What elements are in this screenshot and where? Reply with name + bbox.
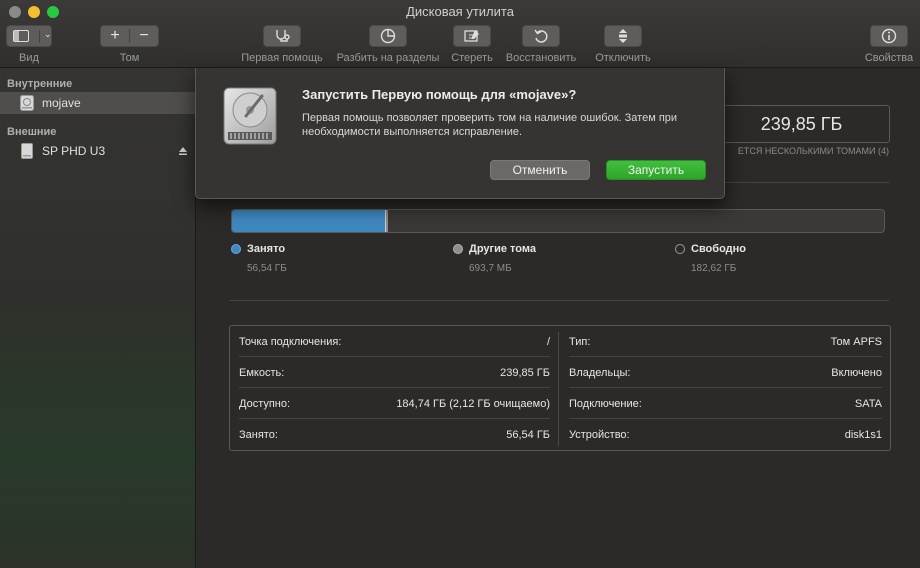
unmount-button[interactable] <box>604 25 642 47</box>
info-value: / <box>546 335 550 348</box>
info-key: Емкость: <box>239 366 285 379</box>
hard-drive-icon <box>222 86 278 151</box>
usage-bar <box>231 209 885 233</box>
add-volume-button[interactable]: + <box>101 26 129 46</box>
divider <box>229 300 889 301</box>
info-row-available: Доступно: 184,74 ГБ (2,12 ГБ очищаемо) <box>230 388 558 419</box>
sidebar-item-sp-phd-u3[interactable]: SP PHD U3 <box>0 140 196 162</box>
erase-icon <box>464 29 480 43</box>
info-row-type: Тип: Том APFS <box>560 326 890 357</box>
sidebar-item-label: mojave <box>42 96 81 110</box>
sidebar-item-label: SP PHD U3 <box>42 144 106 158</box>
volume-info-table: Точка подключения: / Емкость: 239,85 ГБ До… <box>229 325 891 451</box>
sidebar-icon <box>13 30 29 42</box>
info-row-device: Устройство: disk1s1 <box>560 419 890 450</box>
remove-volume-button[interactable]: − <box>130 26 158 46</box>
eject-icon[interactable] <box>178 145 188 159</box>
info-value: 184,74 ГБ (2,12 ГБ очищаемо) <box>396 397 550 410</box>
legend-used: Занято 56,54 ГБ <box>231 243 287 274</box>
first-aid-button[interactable] <box>263 25 301 47</box>
info-column-right: Тип: Том APFS Владельцы: Включено Подключе… <box>560 326 890 450</box>
sidebar-header-external: Внешние <box>7 126 57 138</box>
run-button[interactable]: Запустить <box>606 160 706 180</box>
volume-label: Том <box>119 52 140 64</box>
legend-other-value: 693,7 МБ <box>469 263 512 274</box>
info-row-capacity: Емкость: 239,85 ГБ <box>230 357 558 388</box>
stethoscope-icon <box>274 29 290 43</box>
cancel-button[interactable]: Отменить <box>490 160 590 180</box>
partition-button[interactable] <box>369 25 407 47</box>
unmount-label: Отключить <box>595 52 651 64</box>
info-key: Доступно: <box>239 397 291 410</box>
chevron-down-icon: ⌄ <box>44 29 52 39</box>
info-row-mount-point: Точка подключения: / <box>230 326 558 357</box>
plus-icon: + <box>110 27 120 44</box>
info-key: Точка подключения: <box>239 335 342 348</box>
info-value: Включено <box>831 366 882 379</box>
volume-add-remove-control: + − <box>100 25 159 47</box>
info-value: Том APFS <box>830 335 882 348</box>
info-value: disk1s1 <box>844 428 882 441</box>
window-title: Дисковая утилита <box>406 4 514 19</box>
internal-disk-icon <box>20 95 34 111</box>
partition-label: Разбить на разделы <box>336 52 440 64</box>
legend-used-value: 56,54 ГБ <box>247 263 287 274</box>
info-key: Устройство: <box>569 428 630 441</box>
info-label: Свойства <box>864 52 914 64</box>
restore-button[interactable] <box>522 25 560 47</box>
minus-icon: − <box>139 27 149 44</box>
info-row-connection: Подключение: SATA <box>560 388 890 419</box>
info-key: Занято: <box>239 428 278 441</box>
window-toolbar: Дисковая утилита ⌄ Вид + − Том Первая по… <box>0 0 920 68</box>
external-disk-icon <box>20 143 34 159</box>
capacity-display: 239,85 ГБ <box>713 105 890 143</box>
legend-free-label: Свободно <box>691 243 746 255</box>
other-swatch <box>453 244 463 254</box>
info-row-owners: Владельцы: Включено <box>560 357 890 388</box>
info-key: Подключение: <box>569 397 642 410</box>
first-aid-label: Первая помощь <box>241 52 323 64</box>
sidebar-header-internal: Внутренние <box>7 78 73 90</box>
erase-label: Стереть <box>451 52 493 64</box>
dialog-title: Запустить Первую помощь для «mojave»? <box>302 87 577 102</box>
info-value: 239,85 ГБ <box>500 366 550 379</box>
legend-other-label: Другие тома <box>469 243 536 255</box>
pie-partition-icon <box>380 28 396 44</box>
legend-free: Свободно 182,62 ГБ <box>675 243 746 274</box>
info-column-divider <box>558 332 559 446</box>
legend-used-label: Занято <box>247 243 286 255</box>
legend-other: Другие тома 693,7 МБ <box>453 243 536 274</box>
first-aid-dialog: Запустить Первую помощь для «mojave»? Пе… <box>195 68 725 199</box>
dialog-message: Первая помощь позволяет проверить том на… <box>302 112 678 138</box>
sidebar: Внутренние mojave Внешние SP PHD U3 <box>0 68 196 568</box>
info-button[interactable] <box>870 25 908 47</box>
view-button[interactable]: ⌄ <box>6 25 52 47</box>
info-key: Владельцы: <box>569 366 631 379</box>
info-column-left: Точка подключения: / Емкость: 239,85 ГБ До… <box>230 326 558 450</box>
usage-used-segment <box>232 210 386 232</box>
view-label: Вид <box>19 52 39 64</box>
restore-label: Восстановить <box>505 52 577 64</box>
sidebar-item-mojave[interactable]: mojave <box>0 92 196 114</box>
erase-button[interactable] <box>453 25 491 47</box>
used-swatch <box>231 244 241 254</box>
free-swatch <box>675 244 685 254</box>
info-value: 56,54 ГБ <box>506 428 550 441</box>
usage-other-segment <box>385 210 388 232</box>
info-row-used: Занято: 56,54 ГБ <box>230 419 558 450</box>
restore-arrow-icon <box>533 28 549 44</box>
info-icon <box>881 28 897 44</box>
info-value: SATA <box>854 397 882 410</box>
unmount-icon <box>616 28 630 44</box>
legend-free-value: 182,62 ГБ <box>691 263 737 274</box>
info-key: Тип: <box>569 335 591 348</box>
